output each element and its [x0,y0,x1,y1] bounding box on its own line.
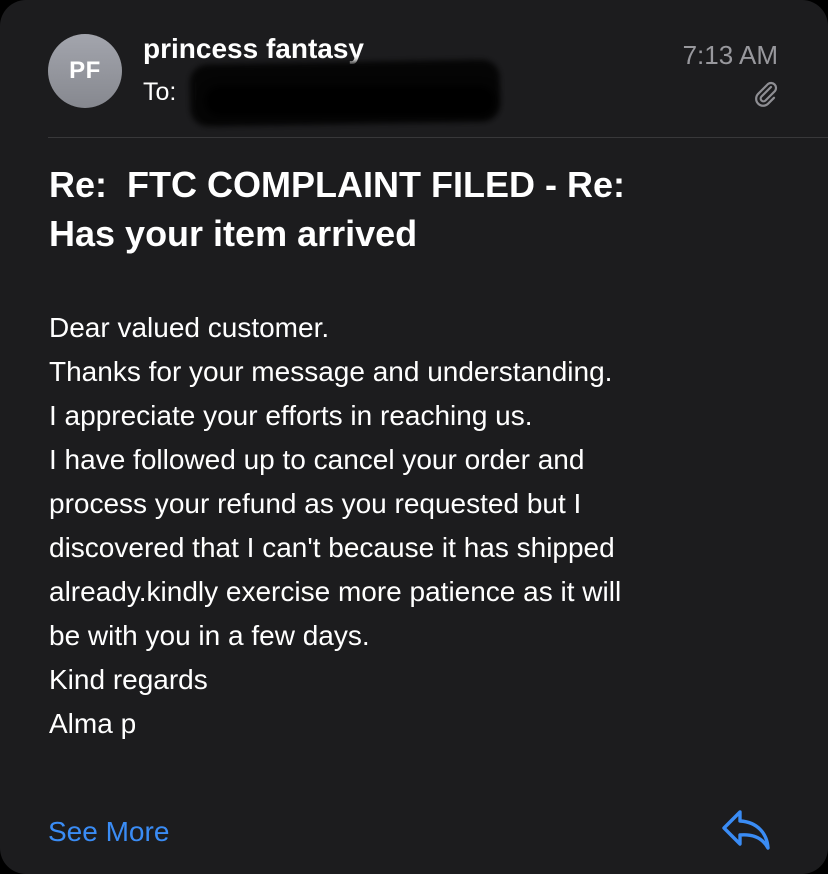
email-body: Dear valued customer. Thanks for your me… [49,306,789,746]
sender-name[interactable]: princess fantasy [143,33,364,65]
to-label: To: [143,78,177,106]
avatar-initials: PF [69,57,101,84]
body-line: I have followed up to cancel your order … [49,444,585,475]
body-line: Thanks for your message and understandin… [49,356,613,387]
email-subject: Re: FTC COMPLAINT FILED - Re: Has your i… [49,164,625,254]
body-line: Dear valued customer. [49,312,330,343]
body-line: Kind regards [49,664,208,695]
paperclip-icon[interactable] [750,78,780,108]
body-line: I appreciate your efforts in reaching us… [49,400,533,431]
avatar[interactable]: PF [48,34,122,108]
see-more-link[interactable]: See More [48,816,169,848]
body-line: Alma p [49,708,137,739]
redaction-mark-inner [205,86,495,116]
body-line: process your refund as you requested but… [49,488,582,519]
header-divider [48,137,828,138]
body-line: already.kindly exercise more patience as… [49,576,622,607]
body-line: discovered that I can't because it has s… [49,532,615,563]
email-card: PF princess fantasy To: K 7:13 AM Re: FT… [0,0,828,874]
recipient-row[interactable]: To: K [143,78,210,107]
reply-icon[interactable] [718,806,774,854]
body-line: be with you in a few days. [49,620,370,651]
timestamp: 7:13 AM [682,40,778,70]
